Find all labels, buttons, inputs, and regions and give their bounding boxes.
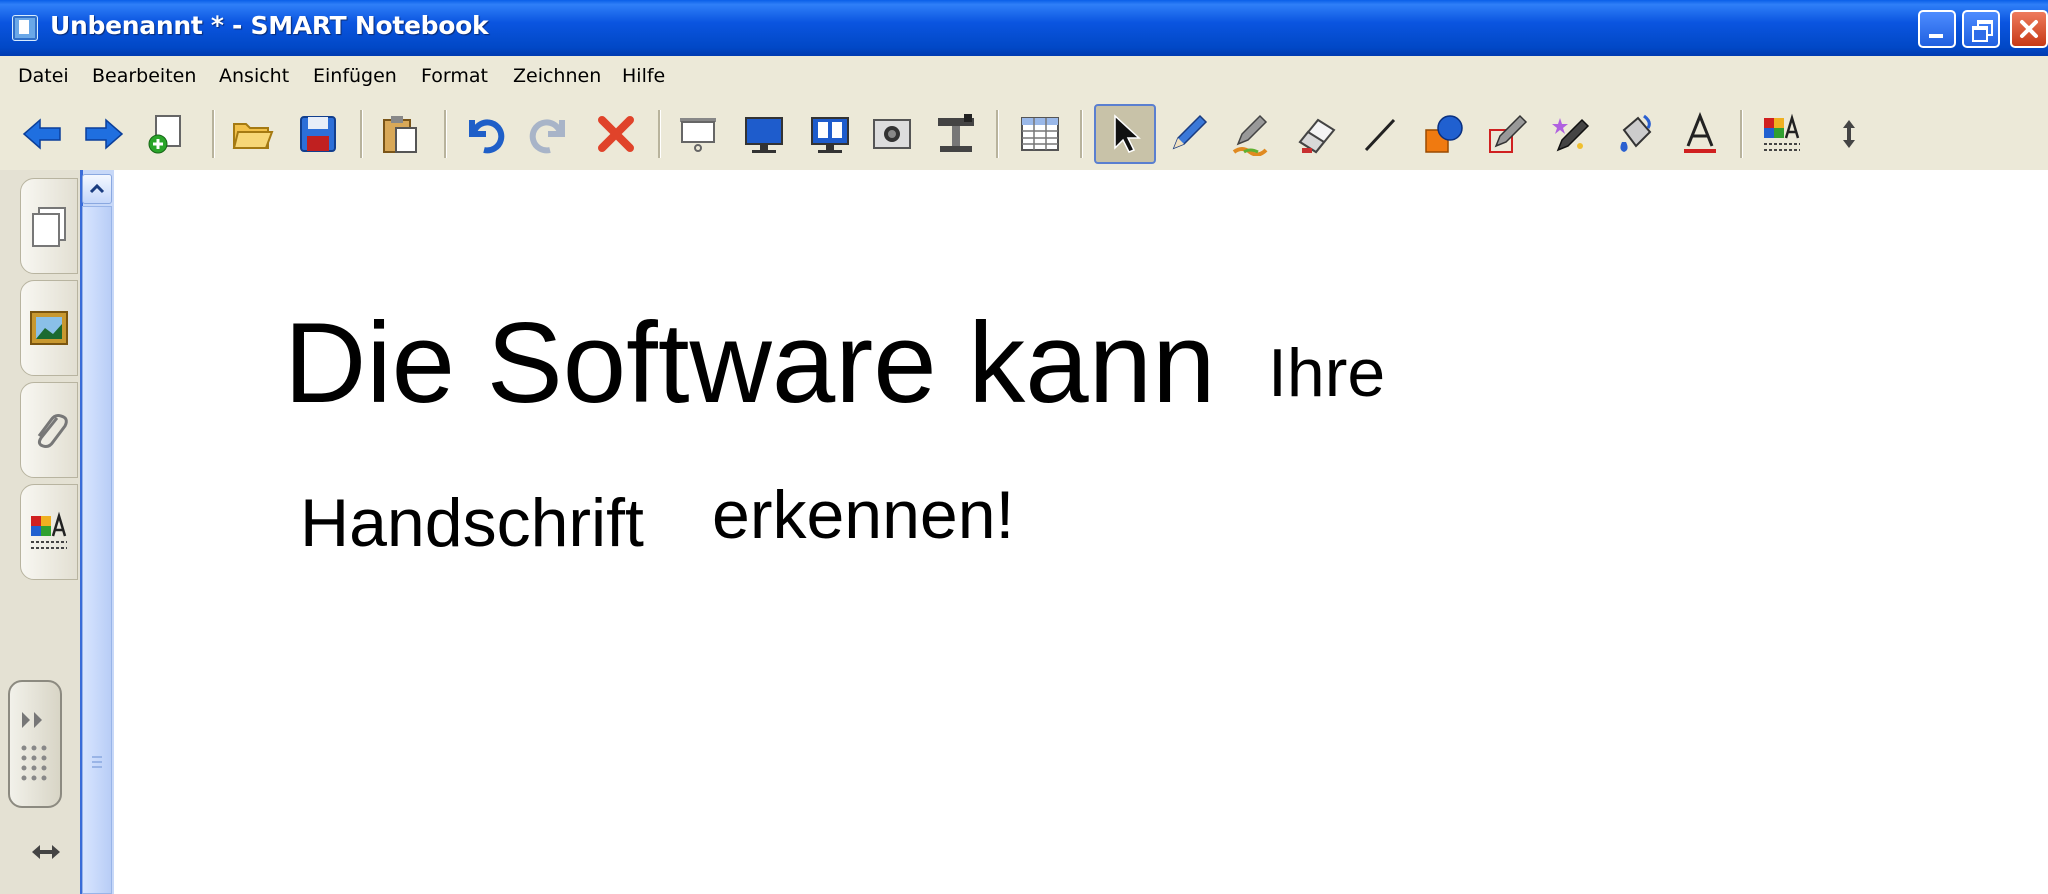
properties-button[interactable] xyxy=(1756,104,1808,164)
whiteboard-canvas[interactable]: Die Software kann Ihre Handschrift erken… xyxy=(114,170,2048,894)
dual-page-icon xyxy=(811,117,849,153)
app-icon[interactable] xyxy=(12,15,38,41)
document-camera-button[interactable] xyxy=(930,104,982,164)
redo-icon xyxy=(529,119,565,154)
minimize-button[interactable] xyxy=(1918,10,1956,48)
page-sorter-icon xyxy=(32,207,66,247)
menu-bar: Datei Bearbeiten Ansicht Einfügen Format… xyxy=(0,56,2048,96)
minimize-icon xyxy=(1929,34,1943,38)
menu-einfuegen[interactable]: Einfügen xyxy=(313,65,397,87)
toolbar-separator xyxy=(212,110,215,158)
move-toolbar-icon xyxy=(1843,120,1855,148)
move-toolbar-button[interactable] xyxy=(1824,104,1874,164)
next-page-icon xyxy=(85,118,124,150)
toolbar-separator xyxy=(1080,110,1083,158)
page-sorter-tab[interactable] xyxy=(20,178,78,274)
move-side-panel-icon[interactable] xyxy=(30,842,62,862)
undo-icon xyxy=(469,119,505,154)
text-button[interactable] xyxy=(1674,104,1726,164)
table-button[interactable] xyxy=(1014,104,1066,164)
dual-page-button[interactable] xyxy=(804,104,856,164)
scroll-thumb[interactable] xyxy=(82,206,112,894)
menu-zeichnen[interactable]: Zeichnen xyxy=(513,65,601,87)
previous-page-button[interactable] xyxy=(16,104,68,164)
next-page-button[interactable] xyxy=(78,104,130,164)
delete-button[interactable] xyxy=(590,104,642,164)
menu-datei[interactable]: Datei xyxy=(18,65,69,87)
fill-button[interactable] xyxy=(1610,104,1662,164)
close-button[interactable] xyxy=(2010,10,2048,48)
open-button[interactable] xyxy=(226,104,278,164)
line-icon xyxy=(1364,118,1396,152)
paste-icon xyxy=(383,116,417,153)
add-page-button[interactable] xyxy=(140,104,192,164)
screen-capture-icon xyxy=(873,119,911,149)
ink-text-word[interactable]: Ihre xyxy=(1268,334,1385,412)
undo-button[interactable] xyxy=(458,104,510,164)
thumb-grip-icon xyxy=(92,756,102,768)
menu-format[interactable]: Format xyxy=(421,65,488,87)
toolbar-separator xyxy=(996,110,999,158)
full-screen-button[interactable] xyxy=(738,104,790,164)
toolbar-separator xyxy=(360,110,363,158)
toolbar-separator xyxy=(444,110,447,158)
eraser-button[interactable] xyxy=(1290,104,1342,164)
magic-pen-icon xyxy=(1552,118,1590,152)
screen-capture-button[interactable] xyxy=(866,104,918,164)
shapes-icon xyxy=(1425,115,1463,153)
title-bar: Unbenannt * - SMART Notebook xyxy=(0,0,2048,56)
grip-dots-icon xyxy=(21,745,47,781)
screen-shade-button[interactable] xyxy=(672,104,724,164)
properties-icon xyxy=(31,511,67,549)
properties-icon xyxy=(1764,113,1800,151)
document-camera-icon xyxy=(938,114,974,152)
creative-pen-icon xyxy=(1232,114,1268,156)
gallery-icon xyxy=(30,311,68,345)
save-icon xyxy=(300,116,336,152)
shape-recognition-pen-icon xyxy=(1489,114,1528,153)
close-icon xyxy=(2020,20,2038,38)
magic-pen-button[interactable] xyxy=(1546,104,1598,164)
ink-text-line-2a[interactable]: Handschrift xyxy=(300,484,644,562)
select-icon xyxy=(1114,114,1141,153)
menu-ansicht[interactable]: Ansicht xyxy=(219,65,289,87)
side-panel-handle[interactable] xyxy=(8,680,62,808)
paste-button[interactable] xyxy=(374,104,426,164)
restore-icon-back xyxy=(1972,26,1988,42)
creative-pen-button[interactable] xyxy=(1226,104,1278,164)
add-page-icon xyxy=(148,115,181,154)
select-tool-button[interactable] xyxy=(1094,104,1156,164)
screen-shade-icon xyxy=(680,118,716,152)
pen-tool-button[interactable] xyxy=(1162,104,1214,164)
pen-icon xyxy=(1172,114,1208,150)
gallery-tab[interactable] xyxy=(20,280,78,376)
shapes-tool-button[interactable] xyxy=(1418,104,1470,164)
fill-icon xyxy=(1620,114,1652,152)
line-tool-button[interactable] xyxy=(1354,104,1406,164)
text-icon xyxy=(1684,112,1716,153)
ink-text-line-1[interactable]: Die Software kann xyxy=(284,298,1215,429)
redo-button[interactable] xyxy=(524,104,576,164)
table-icon xyxy=(1021,117,1059,151)
restore-button[interactable] xyxy=(1962,10,2000,48)
window-title: Unbenannt * - SMART Notebook xyxy=(50,11,489,40)
shape-recognition-pen-button[interactable] xyxy=(1482,104,1534,164)
properties-tab[interactable] xyxy=(20,484,78,580)
menu-hilfe[interactable]: Hilfe xyxy=(622,65,665,87)
scroll-up-button[interactable] xyxy=(82,174,112,204)
previous-page-icon xyxy=(22,118,61,150)
toolbar-separator xyxy=(658,110,661,158)
open-file-icon xyxy=(232,123,274,149)
menu-bearbeiten[interactable]: Bearbeiten xyxy=(92,65,196,87)
expand-arrows-icon xyxy=(22,712,42,728)
delete-icon xyxy=(598,116,634,152)
save-button[interactable] xyxy=(292,104,344,164)
attachments-icon xyxy=(37,414,68,448)
ink-text-line-2b[interactable]: erkennen! xyxy=(712,476,1014,554)
toolbar-separator xyxy=(1740,110,1743,158)
full-screen-icon xyxy=(745,117,783,153)
attachments-tab[interactable] xyxy=(20,382,78,478)
eraser-icon xyxy=(1298,118,1336,154)
chevron-up-icon xyxy=(89,183,105,194)
